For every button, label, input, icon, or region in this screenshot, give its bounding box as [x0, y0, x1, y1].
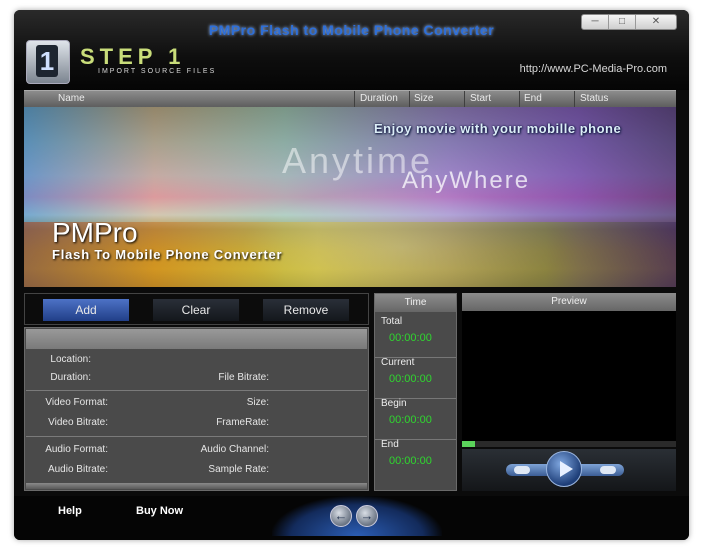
- app-window: PMPro Flash to Mobile Phone Converter ─ …: [14, 10, 689, 540]
- step-number-icon: 1: [26, 40, 70, 84]
- file-bitrate-label: File Bitrate:: [218, 372, 269, 383]
- column-size[interactable]: Size: [414, 93, 433, 104]
- audio-format-label: Audio Format:: [45, 444, 108, 455]
- column-name[interactable]: Name: [58, 93, 85, 104]
- file-panel: Add Clear Remove Location: Duration: Fil…: [24, 293, 369, 491]
- preview-progress-fill: [462, 441, 475, 447]
- duration-label: Duration:: [50, 372, 91, 383]
- banner-brand: PMPro: [52, 217, 138, 248]
- banner-anywhere: AnyWhere: [402, 167, 531, 194]
- time-current: Current 00:00:00: [375, 357, 456, 399]
- step-number: 1: [36, 45, 58, 77]
- file-toolbar: Add Clear Remove: [24, 293, 369, 325]
- time-value: 00:00:00: [389, 455, 432, 467]
- title-bar: PMPro Flash to Mobile Phone Converter ─ …: [14, 10, 689, 90]
- time-value: 00:00:00: [389, 414, 432, 426]
- promo-banner: Enjoy movie with your mobille phone Anyt…: [24, 107, 676, 287]
- frame-rate-label: FrameRate:: [216, 417, 269, 428]
- file-info-header: [26, 329, 367, 349]
- time-label: Begin: [381, 398, 407, 409]
- column-end[interactable]: End: [524, 93, 542, 104]
- banner-product: Flash To Mobile Phone Converter: [52, 247, 283, 262]
- add-button[interactable]: Add: [43, 299, 129, 321]
- file-info-footer: [26, 483, 367, 489]
- file-list-header: Name Duration Size Start End Status: [24, 90, 676, 107]
- audio-bitrate-label: Audio Bitrate:: [47, 464, 108, 475]
- remove-button[interactable]: Remove: [263, 299, 349, 321]
- size-label: Size:: [246, 397, 269, 408]
- step-subtitle: IMPORT SOURCE FILES: [98, 68, 217, 75]
- seek-end-handle[interactable]: [600, 466, 616, 474]
- time-end: End 00:00:00: [375, 439, 456, 481]
- help-button[interactable]: Help: [58, 505, 82, 517]
- time-value: 00:00:00: [389, 373, 432, 385]
- play-button[interactable]: [546, 451, 582, 487]
- seek-start-handle[interactable]: [514, 466, 530, 474]
- buy-now-button[interactable]: Buy Now: [136, 505, 183, 517]
- banner-tagline: Enjoy movie with your mobille phone: [374, 121, 622, 136]
- preview-progress-bar[interactable]: [462, 441, 676, 447]
- video-format-label: Video Format:: [45, 397, 108, 408]
- file-info-panel: Location: Duration: File Bitrate: Video …: [24, 327, 369, 491]
- time-value: 00:00:00: [389, 332, 432, 344]
- location-label: Location:: [50, 354, 91, 365]
- minimize-icon[interactable]: ─: [582, 15, 609, 29]
- time-begin: Begin 00:00:00: [375, 398, 456, 440]
- step-title: STEP 1: [80, 44, 186, 69]
- website-link[interactable]: http://www.PC-Media-Pro.com: [520, 63, 667, 75]
- column-status[interactable]: Status: [580, 93, 608, 104]
- player-controls: [462, 449, 676, 491]
- arrow-right-icon[interactable]: →: [356, 505, 378, 527]
- preview-screen: [462, 311, 676, 441]
- play-icon: [560, 461, 573, 477]
- close-icon[interactable]: ✕: [636, 15, 676, 29]
- divider: [26, 436, 367, 437]
- time-total: Total 00:00:00: [375, 316, 456, 358]
- clear-button[interactable]: Clear: [153, 299, 239, 321]
- preview-title: Preview: [462, 293, 676, 311]
- sample-rate-label: Sample Rate:: [208, 464, 269, 475]
- divider: [26, 390, 367, 391]
- time-label: Current: [381, 357, 415, 368]
- time-panel-title: Time: [375, 294, 456, 312]
- column-start[interactable]: Start: [470, 93, 491, 104]
- time-panel: Time Total 00:00:00 Current 00:00:00 Beg…: [374, 293, 457, 491]
- column-duration[interactable]: Duration: [360, 93, 398, 104]
- video-bitrate-label: Video Bitrate:: [48, 417, 108, 428]
- window-controls: ─ □ ✕: [581, 14, 677, 30]
- arrow-left-icon[interactable]: ←: [330, 505, 352, 527]
- audio-channel-label: Audio Channel:: [200, 444, 269, 455]
- footer-bar: Help Buy Now ← →: [14, 496, 689, 540]
- maximize-icon[interactable]: □: [609, 15, 636, 29]
- time-label: Total: [381, 316, 403, 327]
- preview-panel: Preview: [462, 293, 676, 491]
- time-label: End: [381, 439, 399, 450]
